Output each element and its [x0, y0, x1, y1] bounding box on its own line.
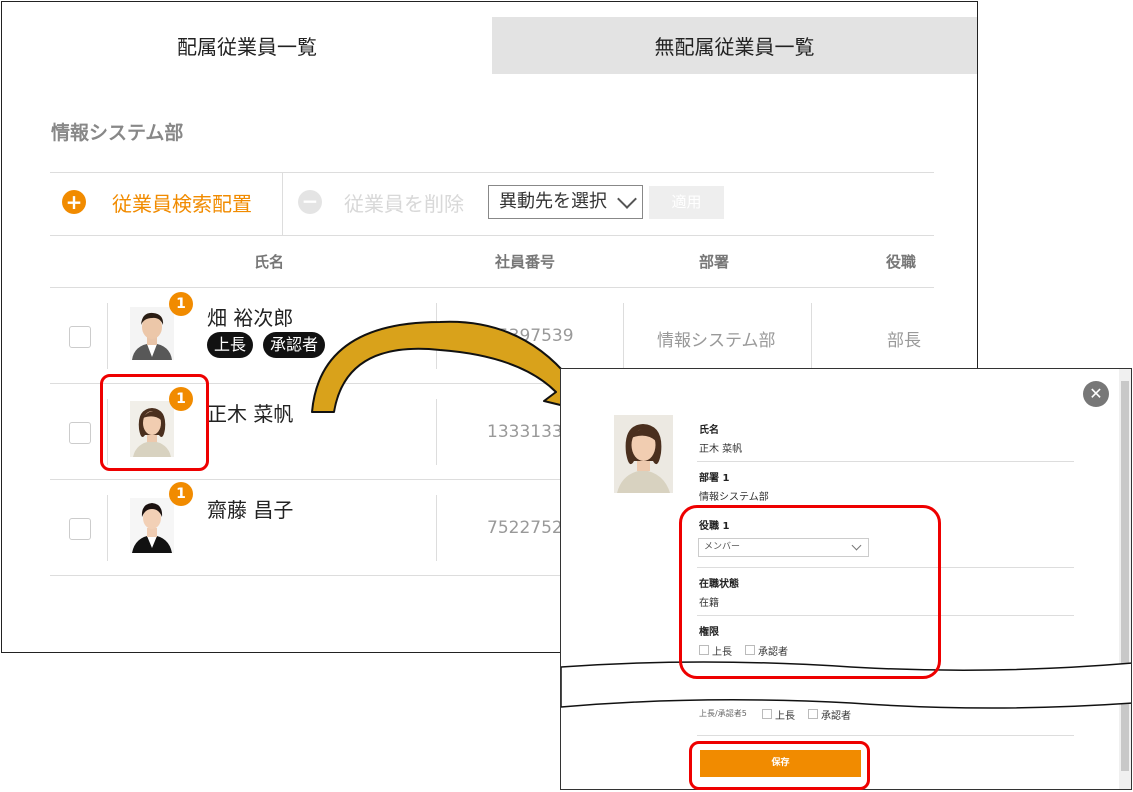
department-value: 情報システム部 — [699, 492, 769, 503]
permission5-manager-checkbox[interactable] — [762, 709, 772, 719]
name-value: 正木 菜帆 — [699, 444, 743, 455]
detail-avatar — [614, 415, 673, 493]
role-permission-highlight — [679, 505, 941, 679]
permission5-manager-label: 上長 — [775, 711, 795, 722]
department-label: 部署 1 — [699, 473, 730, 484]
close-icon[interactable]: ✕ — [1083, 381, 1109, 407]
permission5-label: 上長/承認者5 — [699, 709, 747, 718]
save-button-highlight — [689, 741, 870, 790]
name-label: 氏名 — [699, 425, 719, 436]
permission5-approver-checkbox[interactable] — [808, 709, 818, 719]
scrollbar[interactable] — [1119, 369, 1131, 789]
curved-arrow-shape — [311, 320, 590, 413]
divider — [697, 735, 1074, 736]
divider — [697, 461, 1074, 462]
permission5-approver-label: 承認者 — [821, 711, 851, 722]
